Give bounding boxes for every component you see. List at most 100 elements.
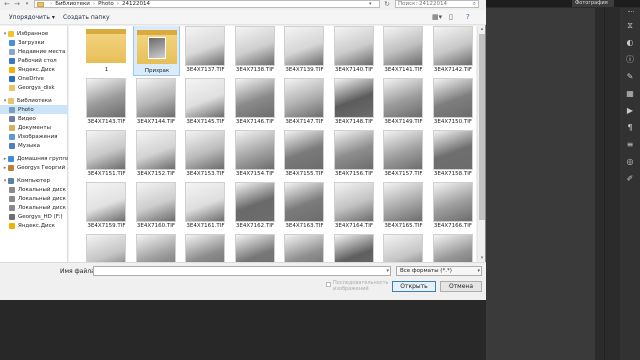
- file-item[interactable]: 3E4X7145.TIF: [182, 77, 229, 128]
- file-item[interactable]: 3E4X7162.TIF: [232, 181, 279, 232]
- vertical-scrollbar[interactable]: ▴ ▾: [477, 26, 485, 262]
- refresh-icon[interactable]: ↻: [382, 0, 392, 8]
- file-item[interactable]: 3E4X7154.TIF: [232, 129, 279, 180]
- file-item[interactable]: 3E4X7168.TIF: [133, 233, 180, 262]
- sidebar-item[interactable]: ▸ Домашняя группа: [0, 154, 68, 163]
- file-item[interactable]: 3E4X7166.TIF: [430, 181, 477, 232]
- sidebar-item[interactable]: Видео: [0, 114, 68, 123]
- cancel-button[interactable]: Отмена: [440, 281, 482, 292]
- file-item[interactable]: 3E4X7152.TIF: [133, 129, 180, 180]
- file-item[interactable]: 3E4X7170.TIF: [232, 233, 279, 262]
- file-item[interactable]: 3E4X7156.TIF: [331, 129, 378, 180]
- play-icon[interactable]: ▶: [624, 105, 636, 117]
- file-item[interactable]: 3E4X7153.TIF: [182, 129, 229, 180]
- address-bar[interactable]: › Библиотеки › Photo › 24122014: [34, 0, 380, 8]
- address-dropdown-icon[interactable]: ▾: [369, 1, 372, 7]
- file-item[interactable]: 3E4X7172.TIF: [331, 233, 378, 262]
- view-options-icon[interactable]: ▦▾: [432, 13, 442, 22]
- image-sequence-checkbox[interactable]: [326, 282, 331, 287]
- filename-input[interactable]: [94, 267, 374, 275]
- file-item[interactable]: 3E4X7173.TIF: [380, 233, 427, 262]
- sidebar-item[interactable]: ▾ Библиотеки: [0, 96, 68, 105]
- breadcrumb-folder[interactable]: 24122014: [122, 1, 150, 7]
- file-item[interactable]: 3E4X7165.TIF: [380, 181, 427, 232]
- sidebar-item[interactable]: Georgys_HD (F:): [0, 212, 68, 221]
- breadcrumb-libraries[interactable]: Библиотеки: [55, 1, 90, 7]
- paths-icon[interactable]: ✐: [624, 173, 636, 185]
- file-item[interactable]: 3E4X7169.TIF: [182, 233, 229, 262]
- help-icon[interactable]: ?: [466, 13, 470, 22]
- file-item[interactable]: 3E4X7174.TIF: [430, 233, 477, 262]
- sidebar-item[interactable]: Локальный диск: [0, 185, 68, 194]
- sidebar-item[interactable]: Загрузки: [0, 38, 68, 47]
- file-item[interactable]: 3E4X7160.TIF: [133, 181, 180, 232]
- scroll-up-icon[interactable]: ▴: [478, 26, 486, 33]
- search-icon[interactable]: ⌕: [473, 1, 476, 7]
- sidebar-item[interactable]: Рабочий стол: [0, 56, 68, 65]
- file-item[interactable]: 3E4X7157.TIF: [380, 129, 427, 180]
- sidebar-item[interactable]: Яндекс.Диск: [0, 221, 68, 230]
- file-type-select[interactable]: Все форматы (*.*) ▾: [396, 266, 482, 276]
- organize-button[interactable]: Упорядочить ▾: [9, 13, 55, 22]
- sidebar-item[interactable]: Недавние места: [0, 47, 68, 56]
- file-item[interactable]: 3E4X7171.TIF: [281, 233, 328, 262]
- scroll-down-icon[interactable]: ▾: [478, 255, 486, 262]
- sidebar-item[interactable]: Локальный диск: [0, 203, 68, 212]
- adjust-icon[interactable]: ◐: [624, 37, 636, 49]
- file-item[interactable]: 3E4X7147.TIF: [281, 77, 328, 128]
- file-item[interactable]: 3E4X7158.TIF: [430, 129, 477, 180]
- sidebar-item[interactable]: Локальный диск: [0, 194, 68, 203]
- file-item[interactable]: 3E4X7138.TIF: [232, 26, 279, 76]
- dock-grip[interactable]: [628, 11, 634, 13]
- file-item[interactable]: 3E4X7151.TIF: [83, 129, 130, 180]
- file-item[interactable]: 3E4X7159.TIF: [83, 181, 130, 232]
- preview-pane-icon[interactable]: ▯: [449, 13, 453, 22]
- recent-dropdown-icon[interactable]: ▾: [22, 0, 32, 8]
- file-item[interactable]: 3E4X7150.TIF: [430, 77, 477, 128]
- folder-item[interactable]: Призрак: [132, 26, 180, 76]
- sidebar-item[interactable]: ▸ Georgys Георгий: [0, 163, 68, 172]
- file-item[interactable]: 3E4X7163.TIF: [281, 181, 328, 232]
- chevron-down-icon[interactable]: ▾: [386, 268, 389, 274]
- open-button[interactable]: Открыть: [392, 281, 436, 292]
- sidebar-item[interactable]: Georgys_disk: [0, 83, 68, 92]
- chevron-down-icon[interactable]: ▾: [477, 267, 480, 275]
- sidebar-item[interactable]: Музыка: [0, 141, 68, 150]
- sidebar-item[interactable]: Яндекс.Диск: [0, 65, 68, 74]
- new-folder-button[interactable]: Создать папку: [63, 13, 110, 22]
- file-item[interactable]: 3E4X7148.TIF: [331, 77, 378, 128]
- file-item[interactable]: 3E4X7164.TIF: [331, 181, 378, 232]
- sidebar-item[interactable]: OneDrive: [0, 74, 68, 83]
- search-input[interactable]: [398, 1, 468, 7]
- brush-icon[interactable]: ✎: [624, 71, 636, 83]
- filename-field[interactable]: ▾: [93, 266, 391, 276]
- paragraph-icon[interactable]: ¶: [624, 122, 636, 134]
- sidebar-item[interactable]: ▾ Компьютер: [0, 176, 68, 185]
- file-item[interactable]: 3E4X7149.TIF: [380, 77, 427, 128]
- file-item[interactable]: 3E4X7144.TIF: [133, 77, 180, 128]
- sidebar-item[interactable]: Photo: [0, 105, 68, 114]
- file-item[interactable]: 3E4X7167.TIF: [83, 233, 130, 262]
- search-box[interactable]: ⌕: [395, 0, 479, 8]
- layers-icon[interactable]: ≡: [624, 139, 636, 151]
- scroll-thumb[interactable]: [479, 34, 485, 220]
- file-item[interactable]: 3E4X7161.TIF: [182, 181, 229, 232]
- channels-icon[interactable]: ◎: [624, 156, 636, 168]
- breadcrumb-photo[interactable]: Photo: [98, 1, 114, 7]
- file-item[interactable]: 3E4X7143.TIF: [83, 77, 130, 128]
- file-item[interactable]: 3E4X7142.TIF: [430, 26, 477, 76]
- back-icon[interactable]: ←: [2, 0, 12, 8]
- file-item[interactable]: 3E4X7137.TIF: [182, 26, 229, 76]
- workspace-switcher[interactable]: Фотография: [572, 0, 614, 7]
- file-item[interactable]: 3E4X7141.TIF: [380, 26, 427, 76]
- forward-icon[interactable]: →: [12, 0, 22, 8]
- swatch-icon[interactable]: ▦: [624, 88, 636, 100]
- file-item[interactable]: 3E4X7140.TIF: [331, 26, 378, 76]
- file-item[interactable]: 3E4X7146.TIF: [232, 77, 279, 128]
- sidebar-item[interactable]: Изображения: [0, 132, 68, 141]
- sidebar-item[interactable]: Документы: [0, 123, 68, 132]
- folder-item[interactable]: 1: [83, 26, 130, 76]
- history-icon[interactable]: ⧖: [624, 20, 636, 32]
- file-item[interactable]: 3E4X7139.TIF: [281, 26, 328, 76]
- sidebar-item[interactable]: ▾ Избранное: [0, 29, 68, 38]
